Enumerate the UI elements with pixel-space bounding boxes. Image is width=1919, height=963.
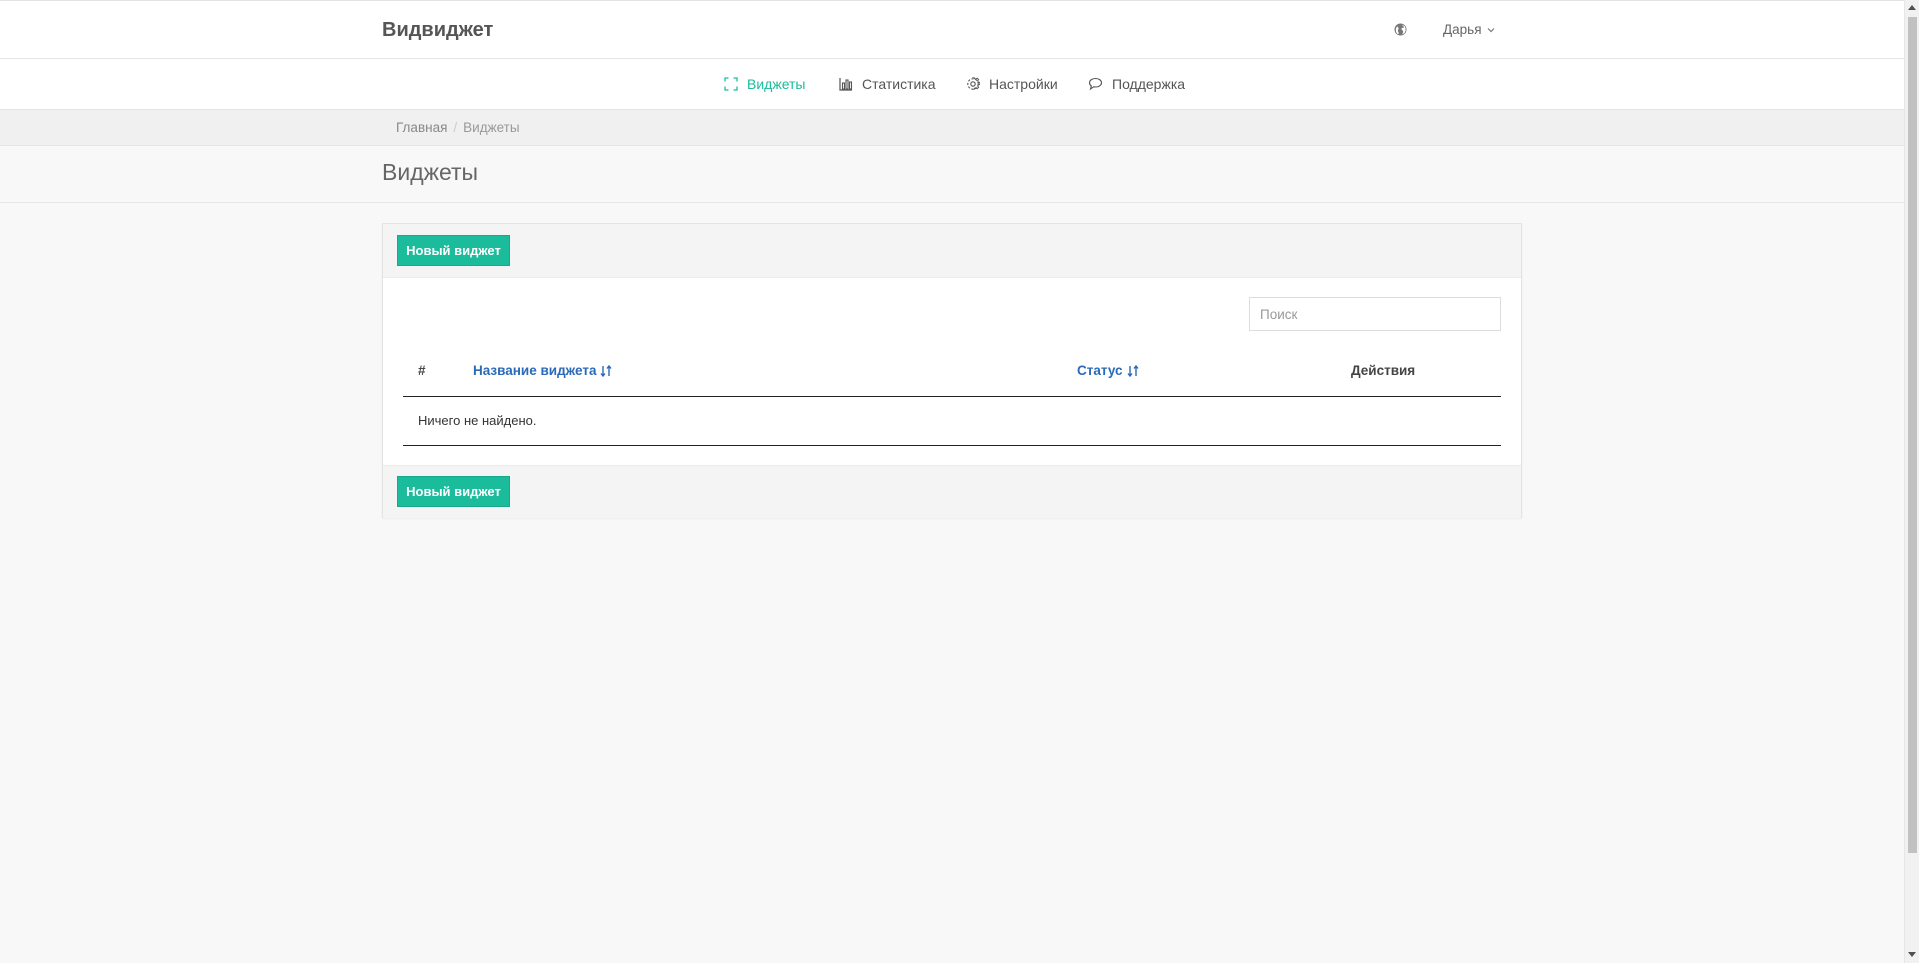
page-header: Виджеты bbox=[0, 146, 1904, 203]
user-name: Дарья bbox=[1443, 22, 1482, 37]
breadcrumb: Главная / Виджеты bbox=[396, 120, 520, 135]
column-header-number: # bbox=[418, 363, 426, 378]
column-header-label: Действия bbox=[1351, 363, 1416, 378]
scroll-down-arrow-icon[interactable] bbox=[1908, 952, 1916, 957]
scrollbar-thumb[interactable] bbox=[1908, 17, 1917, 853]
sort-icon bbox=[600, 364, 613, 377]
top-navbar: Видвиджет Дарья bbox=[0, 0, 1904, 59]
nav-item-label: Статистика bbox=[862, 76, 936, 92]
column-header-label: # bbox=[418, 363, 426, 378]
column-header-name[interactable]: Название виджета bbox=[473, 363, 613, 378]
scroll-up-arrow-icon[interactable] bbox=[1908, 5, 1916, 10]
user-menu[interactable]: Дарья bbox=[1443, 22, 1495, 37]
page: Видвиджет Дарья Виджеты Статистика Настр… bbox=[0, 0, 1904, 963]
table-row: Ничего не найдено. bbox=[403, 397, 1501, 446]
breadcrumb-separator: / bbox=[453, 120, 458, 135]
panel-header: Новый виджет bbox=[383, 224, 1521, 278]
globe-icon[interactable] bbox=[1394, 23, 1407, 36]
nav-item-settings[interactable]: Настройки bbox=[966, 76, 1058, 92]
nav-item-widgets[interactable]: Виджеты bbox=[724, 76, 806, 92]
breadcrumb-current: Виджеты bbox=[463, 120, 520, 135]
nav-item-support[interactable]: Поддержка bbox=[1088, 76, 1185, 92]
empty-message: Ничего не найдено. bbox=[418, 413, 537, 428]
main-nav: Виджеты Статистика Настройки Поддержка bbox=[0, 59, 1904, 110]
search-input[interactable] bbox=[1249, 297, 1501, 331]
nav-item-statistics[interactable]: Статистика bbox=[839, 76, 936, 92]
column-header-label: Статус bbox=[1077, 363, 1123, 378]
page-title: Виджеты bbox=[382, 159, 479, 185]
widgets-panel: Новый виджет # Название виджета Статус bbox=[382, 223, 1522, 518]
widgets-table: # Название виджета Статус Действия Ничег… bbox=[403, 346, 1501, 446]
breadcrumb-home[interactable]: Главная bbox=[396, 120, 447, 135]
nav-item-label: Виджеты bbox=[747, 76, 806, 92]
new-widget-button[interactable]: Новый виджет bbox=[397, 235, 510, 266]
column-header-status[interactable]: Статус bbox=[1077, 363, 1139, 378]
gear-icon bbox=[967, 77, 980, 90]
panel-footer: Новый виджет bbox=[383, 465, 1521, 518]
sort-icon bbox=[1126, 364, 1139, 377]
breadcrumb-bar: Главная / Виджеты bbox=[0, 110, 1904, 146]
new-widget-button[interactable]: Новый виджет bbox=[397, 476, 510, 507]
column-header-actions: Действия bbox=[1351, 363, 1415, 378]
table-header: # Название виджета Статус Действия bbox=[403, 346, 1501, 397]
nav-item-label: Настройки bbox=[989, 76, 1058, 92]
bar-chart-icon bbox=[839, 78, 853, 91]
speech-bubble-icon bbox=[1088, 77, 1103, 91]
column-header-label: Название виджета bbox=[473, 363, 597, 378]
vertical-scrollbar[interactable] bbox=[1904, 0, 1919, 963]
chevron-down-icon bbox=[1487, 28, 1494, 33]
brand-logo[interactable]: Видвиджет bbox=[382, 19, 493, 42]
expand-icon bbox=[724, 77, 738, 91]
nav-item-label: Поддержка bbox=[1112, 76, 1186, 92]
